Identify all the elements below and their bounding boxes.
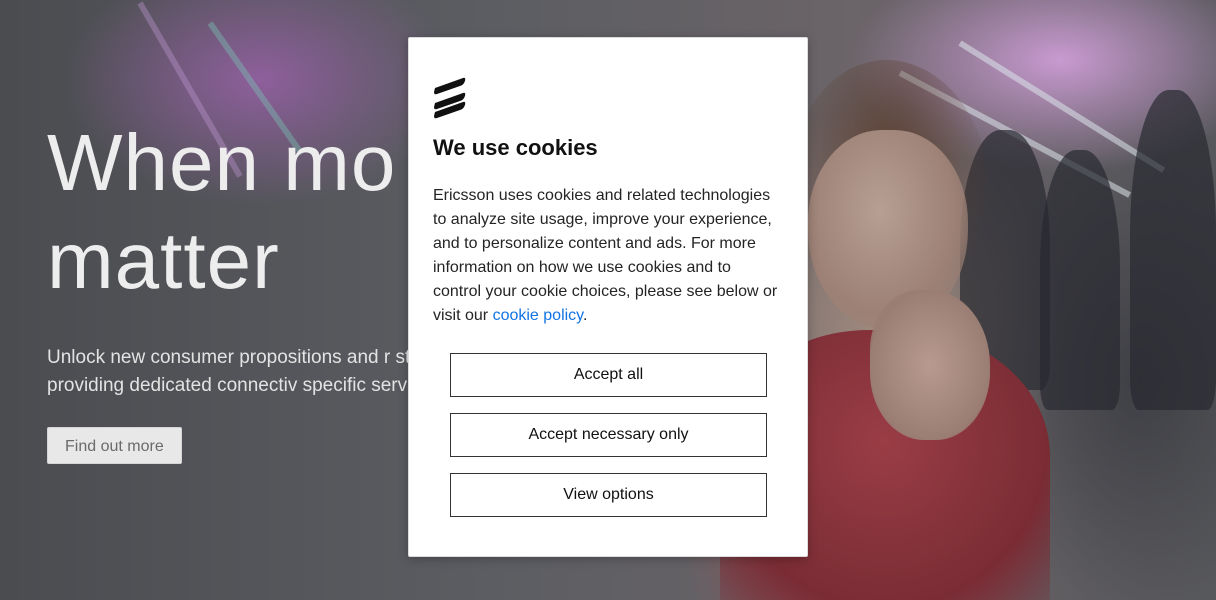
dialog-title: We use cookies [433,135,598,160]
view-options-button[interactable]: View options [450,473,767,517]
dialog-body-end: . [583,307,588,324]
ericsson-logo-icon [434,77,466,119]
accept-necessary-button[interactable]: Accept necessary only [450,413,767,457]
accept-all-button[interactable]: Accept all [450,353,767,397]
dialog-body-text: Ericsson uses cookies and related techno… [433,187,778,324]
dialog-body: Ericsson uses cookies and related techno… [433,184,783,328]
cookie-policy-link[interactable]: cookie policy [493,307,583,324]
cookie-consent-dialog: We use cookies Ericsson uses cookies and… [408,37,808,557]
